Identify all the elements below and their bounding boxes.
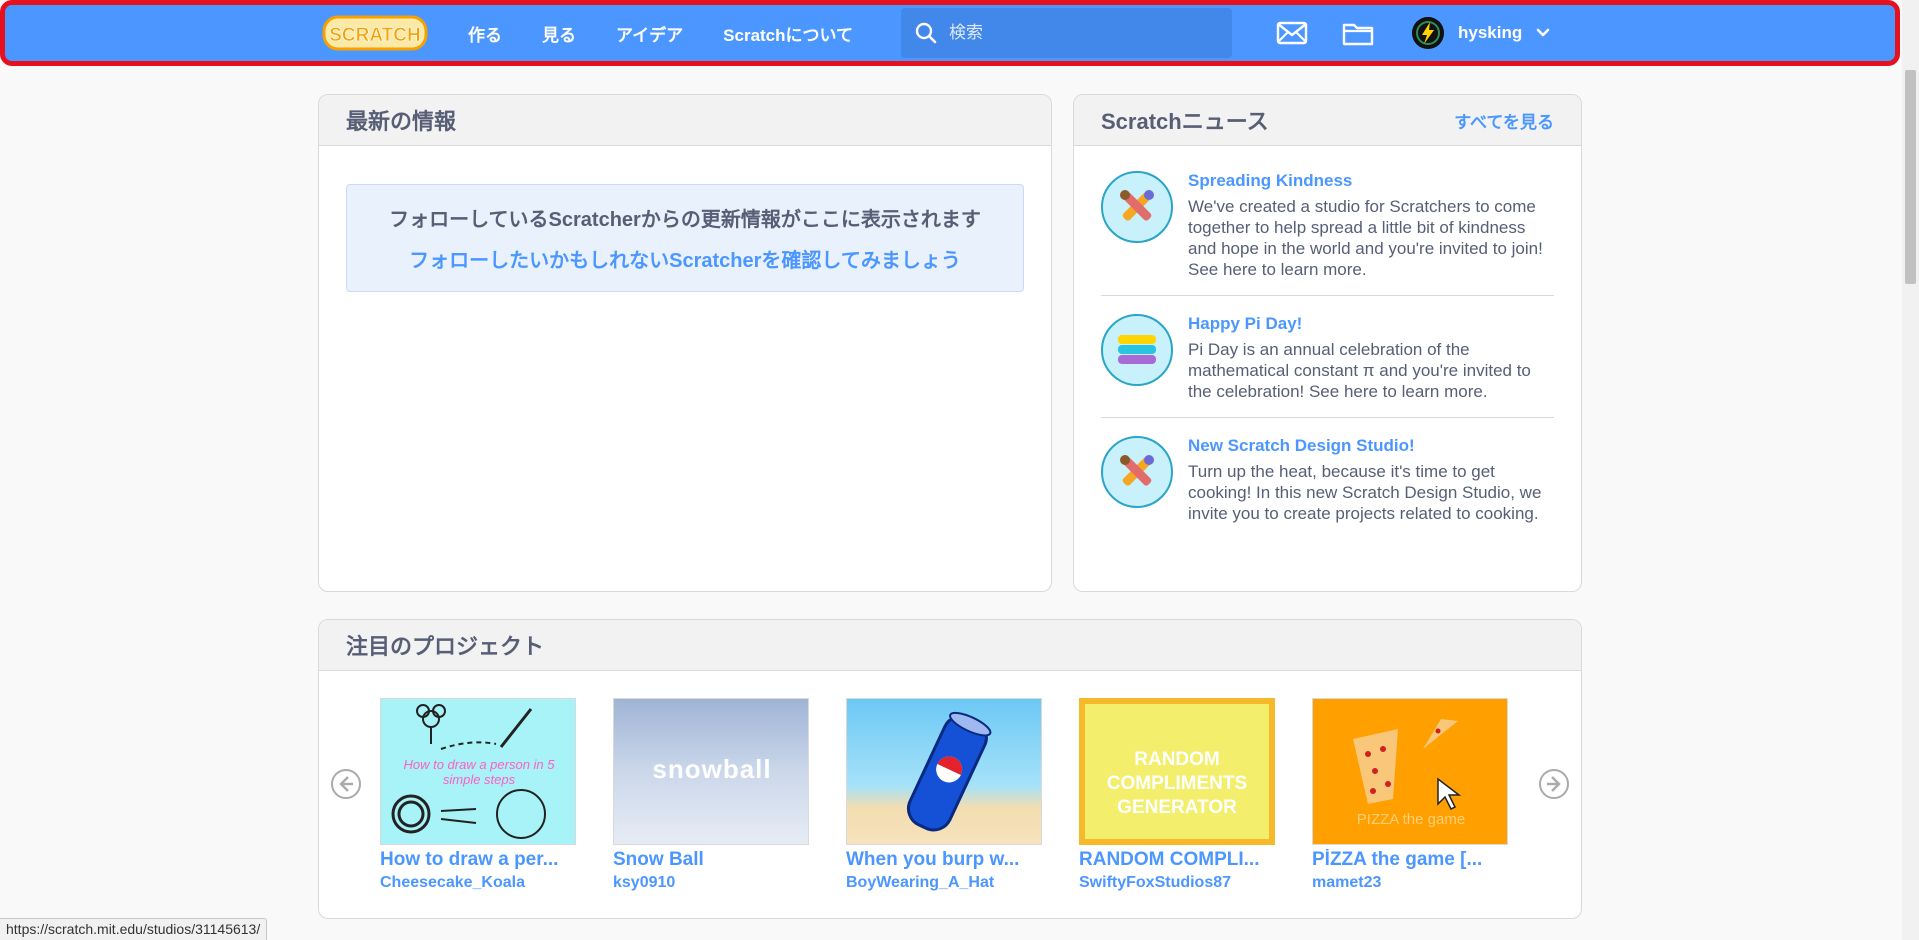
thumbnail-caption: How to draw a person in 5 simple steps: [403, 757, 555, 787]
news-text: Spreading Kindness We've created a studi…: [1188, 171, 1548, 280]
avatar-lightning-icon: [1412, 17, 1445, 49]
top-navbar: SCRATCH 作る 見る アイデア Scratchについて 検索 hyskin…: [0, 0, 1900, 66]
news-header: Scratchニュース すべてを見る: [1074, 95, 1581, 146]
avatar: [1412, 17, 1445, 49]
carousel-next-arrow-icon[interactable]: [1538, 768, 1570, 800]
page-scrollbar[interactable]: [1902, 0, 1919, 940]
news-item-desc: Turn up the heat, because it's time to g…: [1188, 462, 1542, 523]
project-author[interactable]: ksy0910: [613, 874, 809, 892]
project-title[interactable]: PİZZA the game [...: [1312, 849, 1508, 871]
soda-can-icon: [906, 711, 992, 832]
project-title[interactable]: When you burp w...: [846, 849, 1042, 871]
nav-about[interactable]: Scratchについて: [703, 5, 873, 61]
project-title[interactable]: Snow Ball: [613, 849, 809, 871]
paintbrush-icon: [1101, 171, 1173, 243]
thumbnail-caption: PIZZA the game: [1356, 811, 1466, 828]
news-list: Spreading Kindness We've created a studi…: [1074, 146, 1581, 539]
project-author[interactable]: mamet23: [1312, 874, 1508, 892]
rainbow-stripes-icon: [1101, 314, 1173, 386]
news-text: New Scratch Design Studio! Turn up the h…: [1188, 436, 1548, 524]
project-card[interactable]: When you burp w... BoyWearing_A_Hat: [846, 698, 1042, 892]
featured-projects-box: 注目のプロジェクト How to draw a person in 5 simp…: [318, 619, 1582, 919]
news-item-title[interactable]: Happy Pi Day!: [1188, 314, 1548, 334]
news-item-title[interactable]: Spreading Kindness: [1188, 171, 1548, 191]
activity-suggest-link[interactable]: フォローしたいかもしれないScratcherを確認してみましょう: [409, 244, 961, 273]
news-item[interactable]: Spreading Kindness We've created a studi…: [1101, 146, 1554, 296]
scratch-logo[interactable]: SCRATCH: [320, 12, 430, 54]
thumbnail-caption: snowball: [652, 754, 772, 784]
news-box: Scratchニュース すべてを見る Spreading Kindness We…: [1073, 94, 1582, 592]
paintbrush-icon: [1101, 436, 1173, 508]
project-card[interactable]: PIZZA the game PİZZA the game [... mamet…: [1312, 698, 1508, 892]
project-title[interactable]: RANDOM COMPLI...: [1079, 849, 1275, 871]
thumbnail-caption: RANDOM COMPLIMENTS GENERATOR: [1106, 749, 1248, 818]
project-author[interactable]: BoyWearing_A_Hat: [846, 874, 1042, 892]
project-thumbnail[interactable]: PIZZA the game: [1312, 698, 1508, 845]
scratch-logo-icon: SCRATCH: [322, 15, 428, 51]
featured-header: 注目のプロジェクト: [319, 620, 1581, 671]
chevron-down-icon: [1536, 28, 1550, 37]
nav-inner: SCRATCH 作る 見る アイデア Scratchについて 検索 hyskin…: [320, 5, 1550, 61]
project-thumbnail[interactable]: snowball: [613, 698, 809, 845]
user-menu[interactable]: hysking: [1412, 17, 1550, 49]
project-thumbnail[interactable]: RANDOM COMPLIMENTS GENERATOR: [1079, 698, 1275, 845]
messages-icon[interactable]: [1274, 15, 1310, 51]
username: hysking: [1458, 23, 1523, 42]
activity-title: 最新の情報: [346, 109, 457, 134]
project-card[interactable]: How to draw a person in 5 simple steps H…: [380, 698, 576, 892]
news-text: Happy Pi Day! Pi Day is an annual celebr…: [1188, 314, 1548, 402]
carousel-prev-arrow-icon[interactable]: [330, 768, 362, 800]
activity-message-text: フォローしているScratcherからの更新情報がここに表示されます: [389, 209, 981, 231]
project-card[interactable]: snowball Snow Ball ksy0910: [613, 698, 809, 892]
news-item[interactable]: New Scratch Design Studio! Turn up the h…: [1101, 418, 1554, 539]
featured-title: 注目のプロジェクト: [346, 634, 545, 659]
nav-ideas[interactable]: アイデア: [596, 5, 703, 61]
news-item-desc: We've created a studio for Scratchers to…: [1188, 197, 1543, 279]
nav-create[interactable]: 作る: [448, 5, 522, 61]
project-title[interactable]: How to draw a per...: [380, 849, 576, 871]
project-author[interactable]: SwiftyFoxStudios87: [1079, 874, 1275, 892]
project-thumbnail[interactable]: [846, 698, 1042, 845]
activity-header: 最新の情報: [319, 95, 1051, 146]
nav-explore[interactable]: 見る: [522, 5, 596, 61]
news-item-desc: Pi Day is an annual celebration of the m…: [1188, 340, 1531, 401]
browser-status-url: https://scratch.mit.edu/studios/31145613…: [0, 918, 268, 940]
search-input[interactable]: [949, 23, 1210, 43]
project-thumbnail[interactable]: How to draw a person in 5 simple steps: [380, 698, 576, 845]
svg-text:SCRATCH: SCRATCH: [329, 25, 420, 46]
project-author[interactable]: Cheesecake_Koala: [380, 874, 576, 892]
project-card[interactable]: RANDOM COMPLIMENTS GENERATOR RANDOM COMP…: [1079, 698, 1275, 892]
project-carousel: How to draw a person in 5 simple steps H…: [319, 671, 1581, 918]
activity-empty-message: フォローしているScratcherからの更新情報がここに表示されます フォローし…: [346, 184, 1024, 292]
news-item-title[interactable]: New Scratch Design Studio!: [1188, 436, 1548, 456]
scrollbar-thumb[interactable]: [1905, 70, 1916, 284]
activity-box: 最新の情報 フォローしているScratcherからの更新情報がここに表示されます…: [318, 94, 1052, 592]
news-item[interactable]: Happy Pi Day! Pi Day is an annual celebr…: [1101, 296, 1554, 418]
see-all-link[interactable]: すべてを見る: [1454, 108, 1554, 133]
search-box[interactable]: [901, 8, 1233, 58]
search-icon: [915, 22, 937, 44]
my-stuff-folder-icon[interactable]: [1340, 15, 1376, 51]
news-title: Scratchニュース: [1101, 109, 1269, 134]
